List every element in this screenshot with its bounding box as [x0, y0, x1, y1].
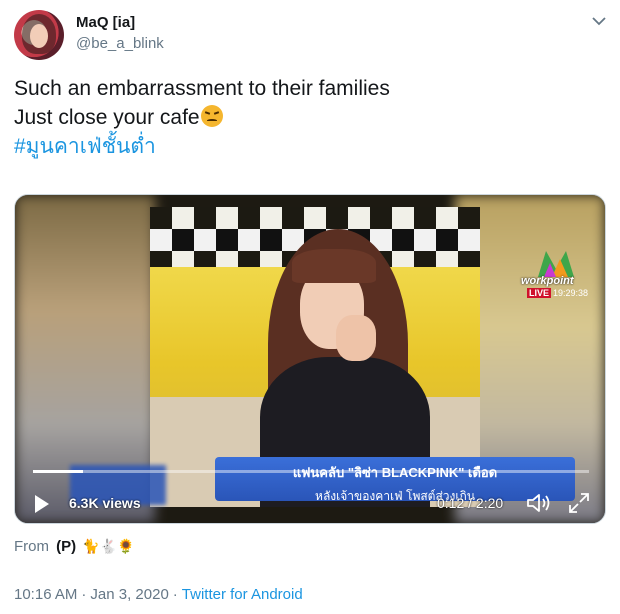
attribution-source-link[interactable]: (P) — [56, 538, 76, 555]
tweet-header: MaQ [ia] @be_a_blink — [14, 10, 610, 66]
live-clock: 19:29:38 — [553, 288, 589, 298]
tweet-date[interactable]: Jan 3, 2020 — [90, 586, 168, 603]
live-tag: LIVE — [527, 288, 552, 298]
person-bangs — [292, 249, 376, 283]
video-time: 0:12 / 2:20 — [437, 495, 504, 511]
tweet-footer: 10:16 AM · Jan 3, 2020 · Twitter for Android — [14, 586, 303, 603]
video-progress-fill — [33, 470, 84, 473]
attribution-label: From — [14, 538, 49, 555]
tweet-line-2: Just close your cafe — [14, 103, 604, 132]
video-progress-bar[interactable] — [33, 470, 589, 473]
avatar[interactable] — [14, 10, 64, 60]
person-hand — [336, 315, 376, 361]
author-names[interactable]: MaQ [ia] @be_a_blink — [76, 14, 164, 52]
tweet-line-1: Such an embarrassment to their families — [14, 77, 390, 100]
hashtag-link[interactable]: #มูนคาเฟ่ชั้นต่ำ — [14, 132, 604, 161]
tweet-line-2-text: Just close your cafe — [14, 106, 200, 129]
tweet-text: Such an embarrassment to their families … — [14, 74, 604, 161]
volume-icon[interactable] — [526, 491, 552, 515]
live-indicator: LIVE 19:29:38 — [527, 288, 588, 298]
angry-face-icon — [200, 105, 223, 127]
video-controls: 6.3K views 0:12 / 2:20 — [15, 485, 605, 521]
channel-logo-text: workpoint — [521, 275, 574, 287]
chevron-down-icon[interactable] — [592, 16, 606, 26]
tweet-time[interactable]: 10:16 AM — [14, 586, 77, 603]
video-player[interactable]: workpoint LIVE 19:29:38 แฟนคลับ "ลิซ่า BL… — [14, 194, 606, 524]
separator-dot: · — [172, 586, 178, 603]
view-count: 6.3K views — [69, 495, 141, 511]
separator-dot: · — [81, 586, 87, 603]
user-handle[interactable]: @be_a_blink — [76, 35, 164, 52]
play-icon[interactable] — [35, 495, 49, 513]
video-attribution: From (P) 🐈🐇🌻 — [14, 538, 135, 555]
fullscreen-icon[interactable] — [567, 491, 591, 515]
tweet-source-link[interactable]: Twitter for Android — [182, 586, 303, 603]
display-name[interactable]: MaQ [ia] — [76, 14, 164, 31]
attribution-emojis[interactable]: 🐈🐇🌻 — [82, 538, 134, 554]
video-frame: workpoint LIVE 19:29:38 แฟนคลับ "ลิซ่า BL… — [15, 195, 605, 523]
avatar-face — [30, 24, 48, 48]
